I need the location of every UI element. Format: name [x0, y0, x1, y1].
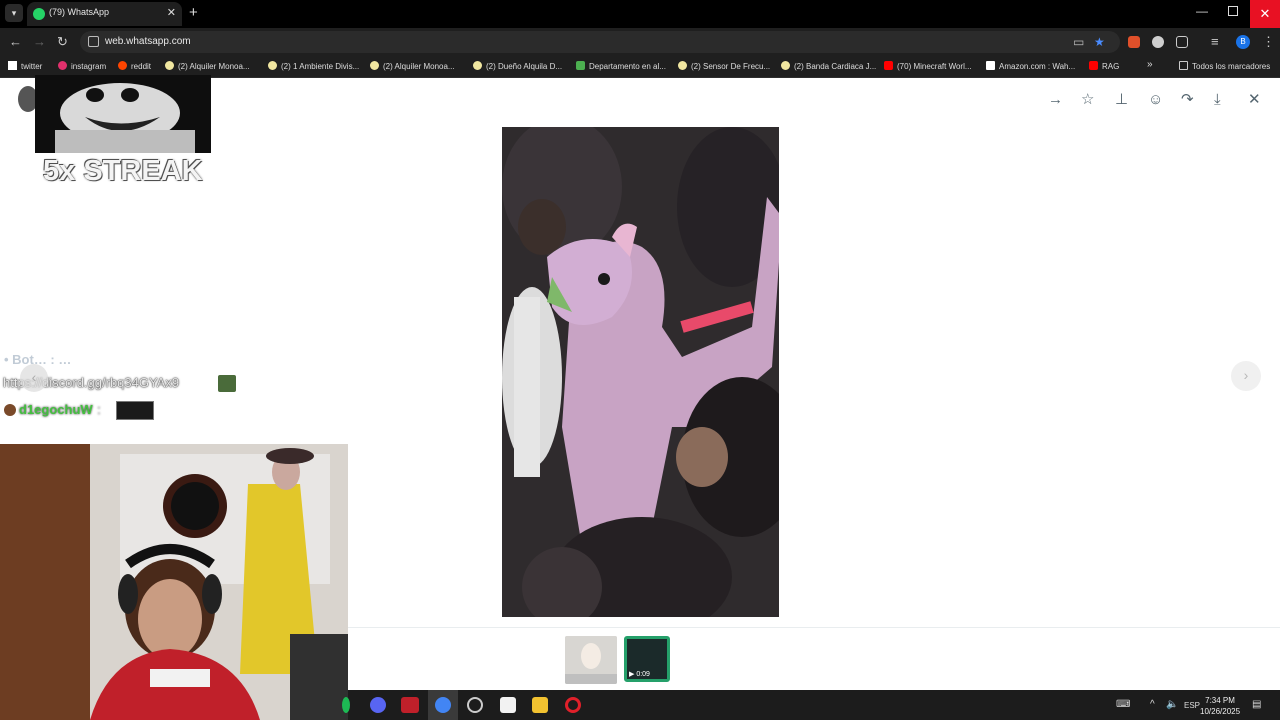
youtube-icon: [1089, 61, 1098, 70]
bookmark-item[interactable]: instagram: [58, 61, 106, 71]
chat-separator: :: [97, 402, 101, 417]
go-to-message-icon[interactable]: →: [1048, 91, 1063, 109]
reload-icon[interactable]: ↻: [57, 34, 68, 50]
youtube-icon: [884, 61, 893, 70]
browser-menu-icon[interactable]: ⋮: [1262, 34, 1275, 50]
window-close-button[interactable]: ✕: [1250, 0, 1280, 28]
more-bookmarks-button[interactable]: »: [1147, 59, 1153, 70]
user-badge-icon: [4, 404, 16, 416]
tab-search-button[interactable]: ▾: [5, 4, 23, 22]
obs-icon[interactable]: [467, 697, 483, 713]
tab-title: (79) WhatsApp: [49, 7, 110, 17]
bookmark-item[interactable]: (2) Sensor De Frecu...: [678, 61, 770, 71]
forward-icon[interactable]: →: [33, 34, 46, 50]
file-explorer-icon[interactable]: [532, 697, 548, 713]
url-text[interactable]: web.whatsapp.com: [105, 36, 191, 47]
extensions-puzzle-icon[interactable]: [1176, 36, 1188, 48]
bookmark-item[interactable]: (70) Minecraft Worl...: [884, 61, 972, 71]
marketplace-icon: [165, 61, 174, 70]
screen: ▾ (79) WhatsApp ✕ + — ✕ ← → ↻ web.whatsa…: [0, 0, 1280, 720]
voicemod-icon[interactable]: [401, 697, 419, 713]
listing-icon: [576, 61, 585, 70]
chat-image-emote: [116, 401, 154, 420]
download-icon[interactable]: ⤓: [1214, 91, 1221, 109]
windows-taskbar: ⌨ ^ 🔈 ESP 7:34 PM 10/26/2025 ▤: [342, 690, 1280, 720]
bookmark-star-icon[interactable]: ★: [1094, 35, 1105, 49]
tab-whatsapp[interactable]: (79) WhatsApp ✕: [27, 2, 182, 26]
volume-icon[interactable]: 🔈: [1166, 699, 1178, 710]
opera-icon[interactable]: [565, 697, 581, 713]
thumbnail-image: [565, 636, 617, 684]
marketplace-icon: [781, 61, 790, 70]
previous-media-button[interactable]: ‹: [20, 364, 48, 392]
window-minimize-button[interactable]: —: [1196, 4, 1208, 18]
bookmark-item[interactable]: Departamento en al...: [576, 61, 666, 71]
marketplace-icon: [268, 61, 277, 70]
next-media-button[interactable]: ›: [1231, 361, 1261, 391]
streak-meme-image: [35, 75, 211, 153]
extension-icon[interactable]: [1128, 36, 1140, 48]
forward-icon[interactable]: ↷: [1181, 91, 1194, 109]
bookmark-item[interactable]: (2) 1 Ambiente Divis...: [268, 61, 359, 71]
marketplace-icon: [370, 61, 379, 70]
reddit-icon: [118, 61, 127, 70]
video-frame[interactable]: [502, 127, 779, 617]
bookmark-item[interactable]: Amazon.com : Wah...: [986, 61, 1075, 71]
chat-username: d1egochuW: [19, 402, 93, 417]
bookmark-item[interactable]: (2) Dueño Alquila D...: [473, 61, 562, 71]
notification-icon[interactable]: ▤: [1252, 699, 1261, 710]
x-icon: [8, 61, 17, 70]
chat-message: d1egochuW :: [4, 401, 101, 419]
star-icon[interactable]: ☆: [1081, 91, 1094, 109]
bookmark-item[interactable]: (2) Alquiler Monoa...: [370, 61, 455, 71]
app-icon[interactable]: [500, 697, 516, 713]
bookmark-item[interactable]: reddit: [118, 61, 151, 71]
browser-tab-bar: ▾ (79) WhatsApp ✕ + — ✕: [0, 0, 1280, 28]
profile-avatar[interactable]: B: [1236, 35, 1250, 49]
bookmark-item[interactable]: (2) Banda Cardiaca J...: [781, 61, 876, 71]
address-bar[interactable]: web.whatsapp.com ▭ ★: [80, 31, 1120, 53]
spotify-icon[interactable]: [342, 697, 350, 713]
browser-toolbar: ← → ↻ web.whatsapp.com ▭ ★ ≡ B ⋮: [0, 28, 1280, 56]
media-thumbnail-selected[interactable]: ▶ 0:09: [624, 636, 670, 682]
video-duration: ▶ 0:09: [629, 671, 650, 678]
discord-icon[interactable]: [370, 697, 386, 713]
pin-icon[interactable]: ⊥: [1115, 91, 1128, 109]
close-viewer-icon[interactable]: ✕: [1248, 91, 1261, 109]
tab-close-icon[interactable]: ✕: [167, 6, 176, 19]
bookmark-item[interactable]: (2) Alquiler Monoa...: [165, 61, 250, 71]
amazon-icon: [986, 61, 995, 70]
window-restore-button[interactable]: [1228, 6, 1238, 16]
clock-time: 7:34 PM: [1205, 696, 1235, 705]
bookmark-item[interactable]: RAG: [1089, 61, 1119, 71]
whatsapp-icon: [33, 8, 45, 20]
clock-date: 10/26/2025: [1200, 707, 1241, 716]
language-indicator[interactable]: ESP: [1184, 701, 1200, 710]
all-bookmarks-button[interactable]: Todos los marcadores: [1179, 61, 1270, 71]
chrome-icon: [435, 697, 451, 713]
back-icon[interactable]: ←: [9, 34, 22, 50]
chat-emote-image: [218, 375, 236, 392]
show-hidden-icons-icon[interactable]: ^: [1150, 699, 1155, 710]
react-emoji-icon[interactable]: ☺: [1148, 91, 1163, 109]
bookmark-item[interactable]: twitter: [8, 61, 42, 71]
webcam-feed: [0, 444, 348, 720]
clock[interactable]: 7:34 PM 10/26/2025: [1200, 695, 1240, 717]
instagram-icon: [58, 61, 67, 70]
meme-image: [35, 75, 211, 153]
taskbar-active-item[interactable]: [428, 690, 458, 720]
site-info-icon[interactable]: [88, 36, 99, 47]
media-controls-icon[interactable]: ≡: [1211, 34, 1219, 50]
media-thumbnail[interactable]: [565, 636, 617, 684]
marketplace-icon: [678, 61, 687, 70]
webcam-image: [0, 444, 348, 720]
folder-icon: [1179, 61, 1188, 70]
marketplace-icon: [473, 61, 482, 70]
extension-icon[interactable]: [1152, 36, 1164, 48]
keyboard-icon[interactable]: ⌨: [1116, 699, 1130, 710]
streak-text: 5x STREAK: [43, 155, 203, 187]
install-app-icon[interactable]: ▭: [1073, 35, 1084, 49]
new-tab-button[interactable]: +: [189, 4, 198, 22]
video-content-image: [502, 127, 779, 617]
